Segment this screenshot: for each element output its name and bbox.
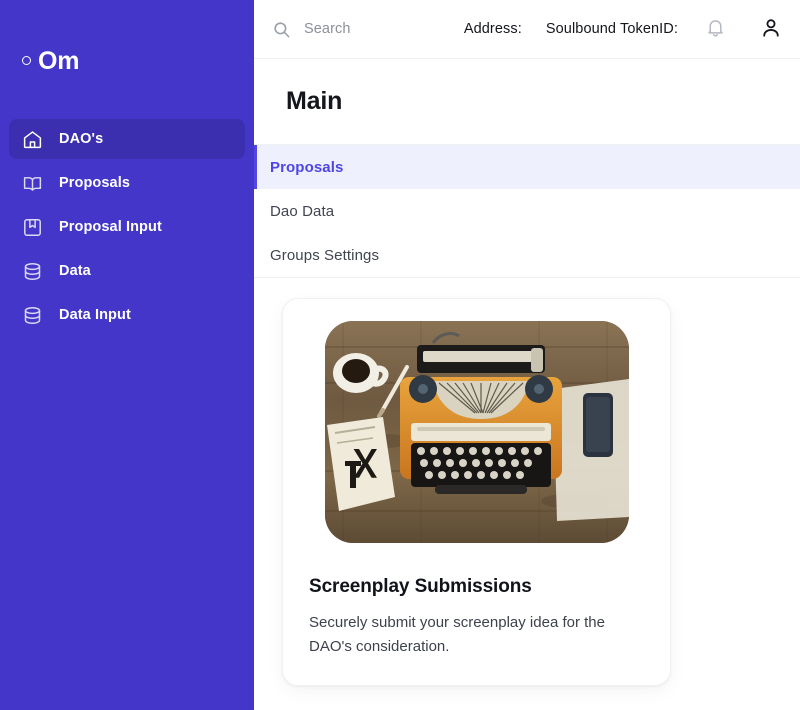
sidebar-item-proposals[interactable]: Proposals bbox=[9, 163, 245, 203]
soulbound-token-id-label: Soulbound TokenID: bbox=[545, 21, 678, 37]
address-label: Address: bbox=[463, 21, 522, 37]
tab-label: Proposals bbox=[270, 158, 344, 176]
card-image bbox=[324, 321, 629, 543]
card-title: Screenplay Submissions bbox=[309, 576, 532, 597]
page-title: Main bbox=[286, 87, 343, 115]
app-logo[interactable]: Om bbox=[0, 0, 254, 78]
tab-label: Groups Settings bbox=[270, 246, 380, 264]
circle-outline-icon bbox=[22, 55, 31, 65]
sidebar-item-label: Proposal Input bbox=[59, 219, 162, 235]
sidebar-item-data-input[interactable]: Data Input bbox=[9, 295, 245, 335]
page-header: Main bbox=[254, 59, 800, 145]
sidebar-item-label: Data bbox=[59, 263, 91, 279]
typewriter-illustration bbox=[324, 321, 629, 543]
sidebar-item-label: Proposals bbox=[59, 175, 131, 191]
tab-groups-settings[interactable]: Groups Settings bbox=[254, 233, 800, 277]
sidebar-item-label: Data Input bbox=[59, 307, 131, 323]
open-book-icon bbox=[22, 173, 43, 194]
wallet-meta: Address: Soulbound TokenID: bbox=[464, 21, 678, 37]
bell-icon bbox=[705, 17, 726, 41]
search-placeholder: Search bbox=[304, 21, 351, 37]
main-content: Search Address: Soulbound TokenID: Main … bbox=[254, 0, 800, 710]
card-description: Securely submit your screenplay idea for… bbox=[309, 614, 605, 655]
sidebar-item-daos[interactable]: DAO's bbox=[9, 119, 245, 159]
bookmark-square-icon bbox=[22, 217, 43, 238]
sidebar-item-label: DAO's bbox=[59, 131, 104, 147]
notifications-button[interactable] bbox=[704, 18, 726, 40]
sidebar: Om DAO's Proposals Proposal Input Data D… bbox=[0, 0, 254, 710]
sidebar-item-proposal-input[interactable]: Proposal Input bbox=[9, 207, 245, 247]
account-button[interactable] bbox=[760, 18, 782, 40]
section-tab-list: Proposals Dao Data Groups Settings bbox=[254, 145, 800, 278]
home-icon bbox=[22, 129, 43, 150]
search-icon bbox=[272, 20, 291, 39]
logo-text: Om bbox=[38, 46, 80, 75]
user-icon bbox=[760, 17, 782, 42]
proposal-card[interactable]: Screenplay Submissions Securely submit y… bbox=[282, 298, 671, 686]
card-region: Screenplay Submissions Securely submit y… bbox=[254, 278, 800, 710]
tab-dao-data[interactable]: Dao Data bbox=[254, 189, 800, 233]
sidebar-nav: DAO's Proposals Proposal Input Data Data… bbox=[0, 119, 254, 335]
database-icon bbox=[22, 261, 43, 282]
app-root: Om DAO's Proposals Proposal Input Data D… bbox=[0, 0, 800, 710]
top-bar: Search Address: Soulbound TokenID: bbox=[254, 0, 800, 59]
tab-proposals[interactable]: Proposals bbox=[254, 145, 800, 189]
topbar-actions bbox=[704, 18, 782, 40]
tab-label: Dao Data bbox=[270, 202, 335, 220]
sidebar-item-data[interactable]: Data bbox=[9, 251, 245, 291]
search-input[interactable]: Search bbox=[272, 20, 351, 39]
database-icon bbox=[22, 305, 43, 326]
